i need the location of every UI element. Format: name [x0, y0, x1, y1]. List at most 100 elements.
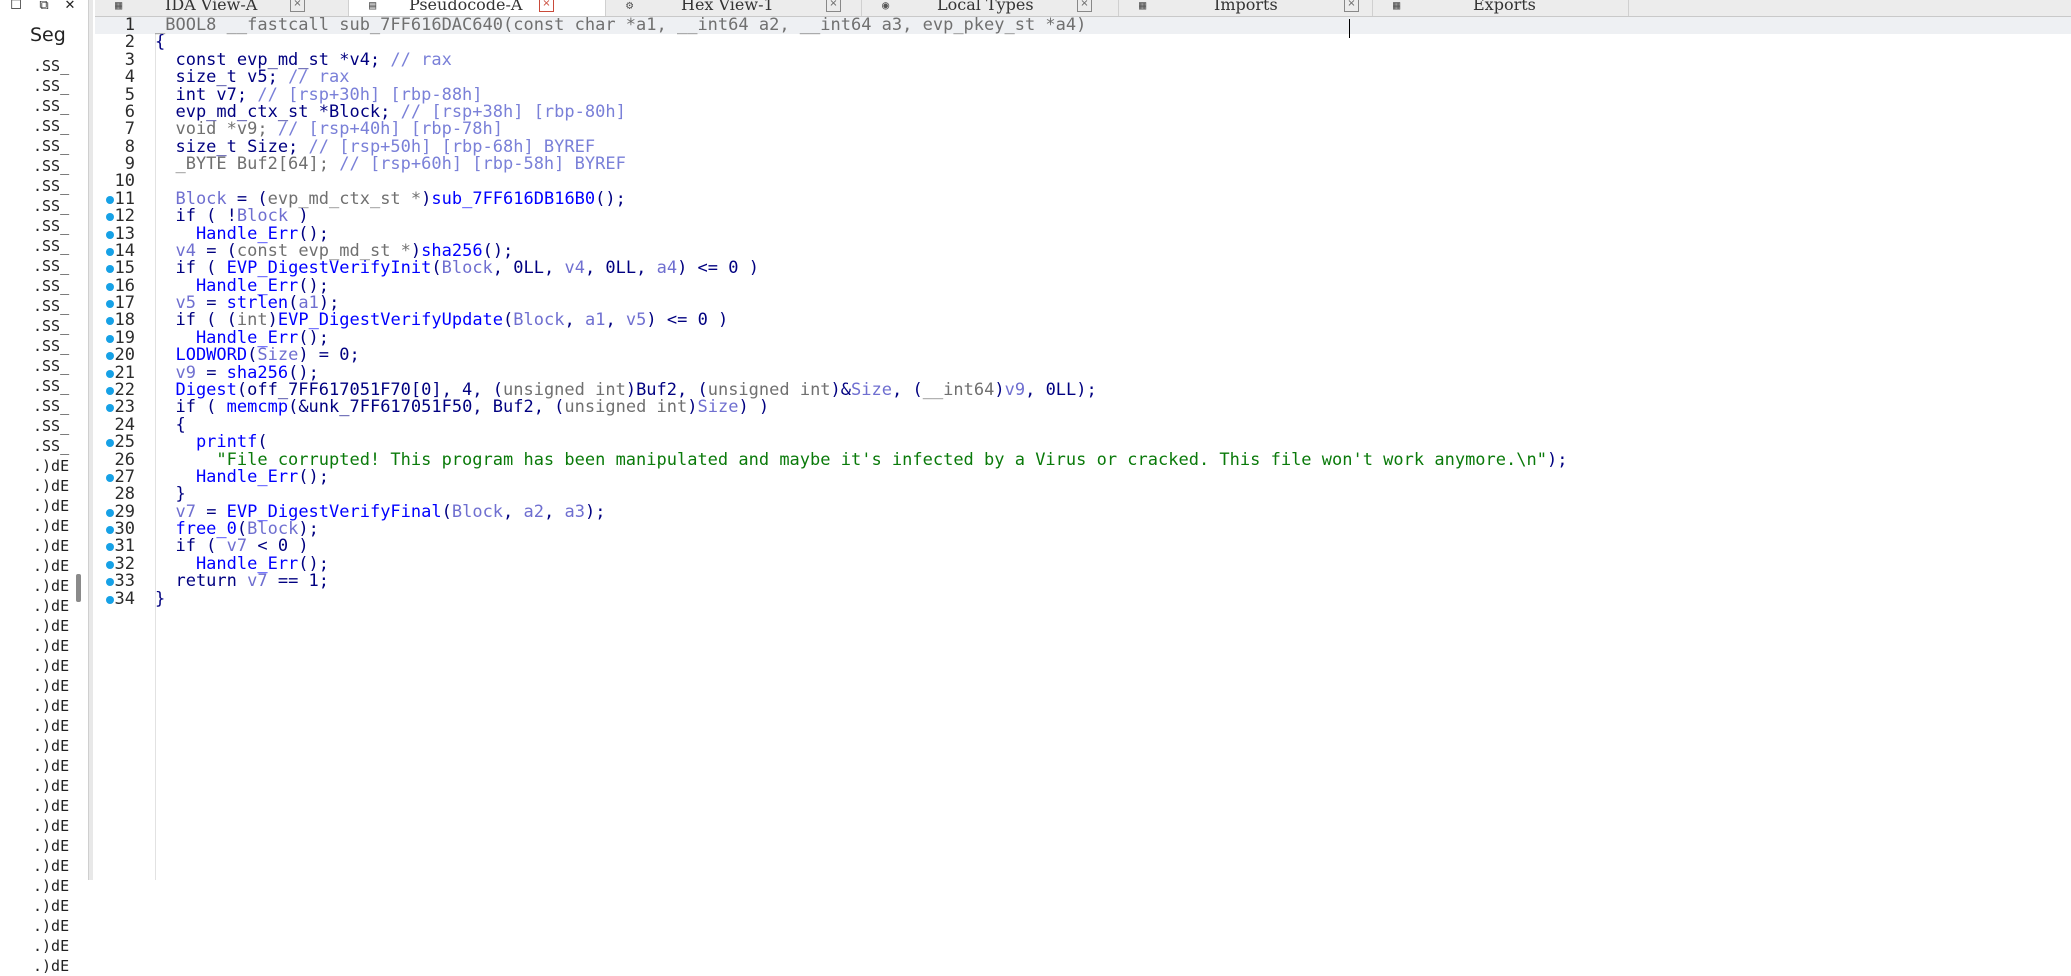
line-number: 28: [114, 484, 135, 505]
window-icon[interactable]: ☐: [8, 0, 24, 14]
segments-header[interactable]: Seg: [30, 24, 66, 46]
segment-item[interactable]: .SS_: [33, 176, 73, 196]
segment-item[interactable]: .)dE: [33, 596, 73, 616]
segment-item[interactable]: .)dE: [33, 916, 73, 936]
segment-item[interactable]: .SS_: [33, 96, 73, 116]
segment-item[interactable]: .)dE: [33, 796, 73, 816]
tab-close-icon[interactable]: ×: [1077, 0, 1092, 12]
line-number: 12: [114, 206, 135, 227]
line-number: 23: [114, 397, 135, 418]
segment-item[interactable]: .SS_: [33, 116, 73, 136]
types-icon: ◉: [882, 0, 890, 12]
code-token: v9: [1004, 379, 1026, 400]
tab-hex-view-1[interactable]: ⚙ Hex View-1 ×: [606, 0, 862, 16]
tab-close-icon[interactable]: ×: [1344, 0, 1359, 12]
tab-label: Imports: [1214, 0, 1278, 14]
segment-item[interactable]: .SS_: [33, 436, 73, 456]
segment-item[interactable]: .)dE: [33, 716, 73, 736]
segment-item[interactable]: .)dE: [33, 696, 73, 716]
segment-item[interactable]: .SS_: [33, 316, 73, 336]
close-icon[interactable]: ✕: [62, 0, 78, 14]
tab-pseudocode-a[interactable]: ▤ Pseudocode-A ×: [349, 0, 606, 16]
imports-icon: ▦: [1139, 0, 1147, 12]
segments-list: .SS_ .SS_ .SS_ .SS_ .SS_ .SS_ .SS_ .SS_ .SS_ .SS_…: [33, 56, 73, 976]
line-number: 2: [124, 32, 135, 53]
code-token: , 0LL);: [1025, 379, 1097, 400]
segment-item[interactable]: .SS_: [33, 416, 73, 436]
code-token: _BOOL8 __fastcall sub_7FF616DAC640(const…: [155, 15, 1087, 35]
segment-item[interactable]: .SS_: [33, 376, 73, 396]
segment-item[interactable]: .)dE: [33, 736, 73, 756]
segment-item[interactable]: .SS_: [33, 396, 73, 416]
panel-scrollbar[interactable]: [76, 574, 81, 602]
segment-item[interactable]: .)dE: [33, 876, 73, 896]
panel-splitter[interactable]: [88, 0, 93, 880]
tab-close-icon[interactable]: ×: [826, 0, 841, 12]
tab-local-types[interactable]: ◉ Local Types ×: [862, 0, 1119, 16]
hex-icon: ⚙: [626, 0, 634, 12]
segment-item[interactable]: .SS_: [33, 236, 73, 256]
segment-item[interactable]: .)dE: [33, 516, 73, 536]
segment-item[interactable]: .)dE: [33, 816, 73, 836]
tab-close-icon[interactable]: ×: [290, 0, 305, 12]
code-token: ,: [544, 501, 565, 522]
segment-item[interactable]: .)dE: [33, 956, 73, 976]
code-token: , (: [891, 379, 923, 400]
segment-item[interactable]: .)dE: [33, 556, 73, 576]
line-number: 10: [114, 171, 135, 192]
code-token: // rax: [390, 49, 452, 70]
segment-item[interactable]: .)dE: [33, 616, 73, 636]
code-token: sub_7FF616DB16B0: [431, 188, 596, 209]
segment-item[interactable]: .)dE: [33, 756, 73, 776]
tab-exports[interactable]: ▦ Exports: [1373, 0, 1629, 16]
segment-item[interactable]: .)dE: [33, 636, 73, 656]
code-token: ,: [503, 501, 524, 522]
tab-close-icon[interactable]: ×: [539, 0, 554, 12]
segment-item[interactable]: .)dE: [33, 656, 73, 676]
segment-item[interactable]: .SS_: [33, 136, 73, 156]
segment-item[interactable]: .)dE: [33, 476, 73, 496]
code-line[interactable]: 1 _BOOL8 __fastcall sub_7FF616DAC640(cons…: [95, 17, 2071, 34]
segment-item[interactable]: .)dE: [33, 496, 73, 516]
tab-label: Local Types: [937, 0, 1034, 14]
code-token: (: [431, 258, 442, 279]
segment-item[interactable]: .)dE: [33, 576, 73, 596]
tab-ida-view-a[interactable]: ▦ IDA View-A ×: [95, 0, 349, 16]
segment-item[interactable]: .SS_: [33, 216, 73, 236]
restore-icon[interactable]: ⧉: [36, 0, 52, 14]
segment-item[interactable]: .SS_: [33, 256, 73, 276]
code-token: memcmp: [226, 397, 289, 418]
segment-item[interactable]: .SS_: [33, 196, 73, 216]
segment-item[interactable]: .)dE: [33, 776, 73, 796]
line-number: 26: [114, 449, 135, 470]
tab-imports[interactable]: ▦ Imports ×: [1119, 0, 1373, 16]
pseudocode-view[interactable]: 1 _BOOL8 __fastcall sub_7FF616DAC640(cons…: [95, 17, 2071, 880]
code-text: }: [155, 590, 165, 608]
code-token: );: [584, 501, 606, 522]
segment-item[interactable]: .SS_: [33, 336, 73, 356]
segment-item[interactable]: .SS_: [33, 156, 73, 176]
line-number: 13: [114, 223, 135, 244]
code-token: return: [155, 571, 248, 592]
code-token: ,: [564, 310, 585, 331]
segment-item[interactable]: .SS_: [33, 76, 73, 96]
segment-item[interactable]: .)dE: [33, 856, 73, 876]
segment-item[interactable]: .SS_: [33, 56, 73, 76]
segment-item[interactable]: .)dE: [33, 936, 73, 956]
segment-item[interactable]: .)dE: [33, 836, 73, 856]
line-number: 18: [114, 310, 135, 331]
segment-item[interactable]: .SS_: [33, 356, 73, 376]
code-token: // [rsp+60h] [rbp-58h] BYREF: [339, 154, 626, 175]
code-token: a1: [584, 310, 606, 331]
segment-item[interactable]: .)dE: [33, 456, 73, 476]
segment-item[interactable]: .)dE: [33, 896, 73, 916]
line-number: 20: [114, 345, 135, 366]
code-token: ): [421, 188, 432, 209]
code-token: ): [687, 397, 698, 418]
panel-toolbar: ☐ ⧉ ✕: [0, 0, 92, 14]
segment-item[interactable]: .)dE: [33, 536, 73, 556]
segment-item[interactable]: .)dE: [33, 676, 73, 696]
code-token: v7: [247, 571, 268, 592]
segment-item[interactable]: .SS_: [33, 276, 73, 296]
segment-item[interactable]: .SS_: [33, 296, 73, 316]
